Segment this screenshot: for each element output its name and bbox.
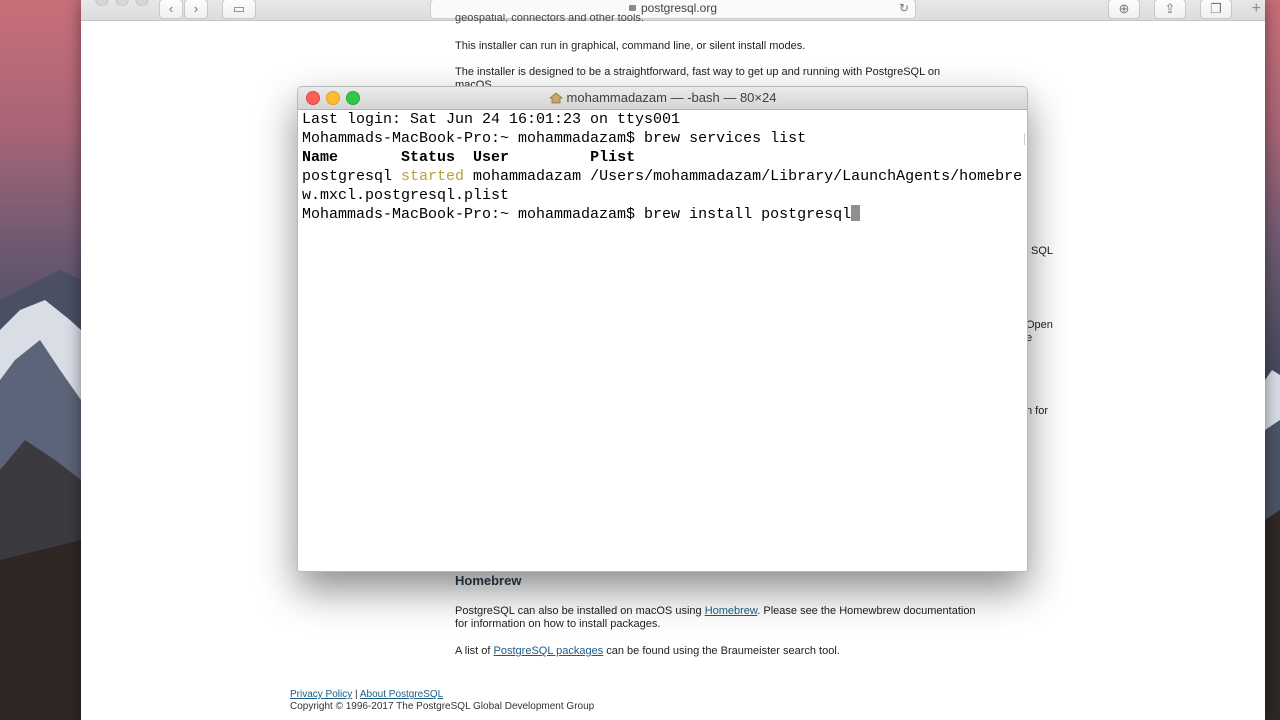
col-user: User <box>473 149 591 166</box>
packages-text: A list of <box>455 645 494 657</box>
homebrew-text-after: . Please see the Homewbrew documentation <box>757 605 976 617</box>
share-button[interactable]: ⇪ <box>1154 0 1186 19</box>
terminal-output[interactable]: Last login: Sat Jun 24 16:01:23 on ttys0… <box>302 110 1024 224</box>
close-dot[interactable] <box>95 0 109 6</box>
homebrew-para-2: A list of PostgreSQL packages can be fou… <box>455 645 840 658</box>
forward-button[interactable]: › <box>184 0 208 19</box>
back-button[interactable]: ‹ <box>159 0 183 19</box>
terminal-line-cmd2: Mohammads-MacBook-Pro:~ mohammadazam$ br… <box>302 205 1024 224</box>
packages-text-after: can be found using the Braumeister searc… <box>603 645 840 657</box>
tabs-icon: ❐ <box>1210 1 1222 16</box>
service-status: started <box>401 168 465 185</box>
privacy-policy-link[interactable]: Privacy Policy <box>290 689 352 700</box>
address-text: postgresql.org <box>640 1 718 15</box>
terminal-titlebar[interactable]: mohammadazam — -bash — 80×24 <box>298 87 1027 110</box>
tabs-button[interactable]: ❐ <box>1200 0 1232 19</box>
homebrew-para-1: PostgreSQL can also be installed on macO… <box>455 605 1075 631</box>
terminal-command-text: Mohammads-MacBook-Pro:~ mohammadazam$ br… <box>302 206 852 223</box>
homebrew-text-line2: for information on how to install packag… <box>455 618 661 630</box>
footer: Privacy Policy | About PostgreSQL Copyri… <box>290 689 594 713</box>
postgresql-packages-link[interactable]: PostgreSQL packages <box>494 645 604 657</box>
service-user-plist: mohammadazam /Users/mohammadazam/Library… <box>464 168 1023 185</box>
chevron-right-icon: › <box>193 1 199 16</box>
lock-icon <box>628 5 636 11</box>
copyright-text: Copyright © 1996-2017 The PostgreSQL Glo… <box>290 701 595 712</box>
homebrew-text: PostgreSQL can also be installed on macO… <box>455 605 705 617</box>
sidebar-button[interactable]: ▭ <box>222 0 256 19</box>
terminal-line-cmd1: Mohammads-MacBook-Pro:~ mohammadazam$ br… <box>302 130 807 147</box>
service-name: postgresql <box>302 168 402 185</box>
home-folder-icon <box>548 92 563 104</box>
terminal-line-login: Last login: Sat Jun 24 16:01:23 on ttys0… <box>302 111 681 128</box>
col-name: Name <box>302 149 402 166</box>
terminal-service-row: postgresql started mohammadazam /Users/m… <box>302 167 1024 186</box>
terminal-title-text: mohammadazam — -bash — 80×24 <box>566 90 777 105</box>
chevron-left-icon: ‹ <box>168 1 174 16</box>
terminal-window[interactable]: mohammadazam — -bash — 80×24 Last login:… <box>297 86 1028 572</box>
terminal-services-header: Name Status User Plist <box>302 148 1024 167</box>
new-tab-icon[interactable]: + <box>1252 0 1261 18</box>
download-icon: ⊕ <box>1118 1 1130 16</box>
minimize-dot[interactable] <box>115 0 129 6</box>
terminal-scroll-mark <box>1024 133 1025 145</box>
reload-icon[interactable]: ↻ <box>899 0 909 17</box>
side-fragment-nfor: n for <box>1026 405 1049 417</box>
downloads-button[interactable]: ⊕ <box>1108 0 1140 19</box>
terminal-cursor <box>851 205 861 221</box>
para-installer-design: The installer is designed to be a straig… <box>455 66 941 78</box>
para-install-modes: This installer can run in graphical, com… <box>455 40 806 52</box>
page-fragment-top: geospatial, connectors and other tools. <box>455 14 644 24</box>
homebrew-link[interactable]: Homebrew <box>705 605 758 617</box>
col-plist: Plist <box>590 149 636 166</box>
side-fragment-sql: SQL <box>1031 245 1054 257</box>
sidebar-icon: ▭ <box>232 1 246 16</box>
terminal-service-row-wrap: w.mxcl.postgresql.plist <box>302 187 510 204</box>
zoom-dot[interactable] <box>135 0 149 6</box>
side-fragment-open: Open <box>1026 319 1053 331</box>
safari-toolbar: ‹ › ▭ ≡ postgresql.org ↻ ⊕ ⇪ ❐ + <box>81 0 1265 21</box>
footer-separator: | <box>352 689 360 700</box>
para-installer-cont: macOS. <box>455 79 495 86</box>
share-icon: ⇪ <box>1164 1 1176 16</box>
col-status: Status <box>401 149 474 166</box>
about-postgresql-link[interactable]: About PostgreSQL <box>360 689 443 700</box>
homebrew-heading: Homebrew <box>455 573 522 588</box>
terminal-title: mohammadazam — -bash — 80×24 <box>298 87 1027 109</box>
